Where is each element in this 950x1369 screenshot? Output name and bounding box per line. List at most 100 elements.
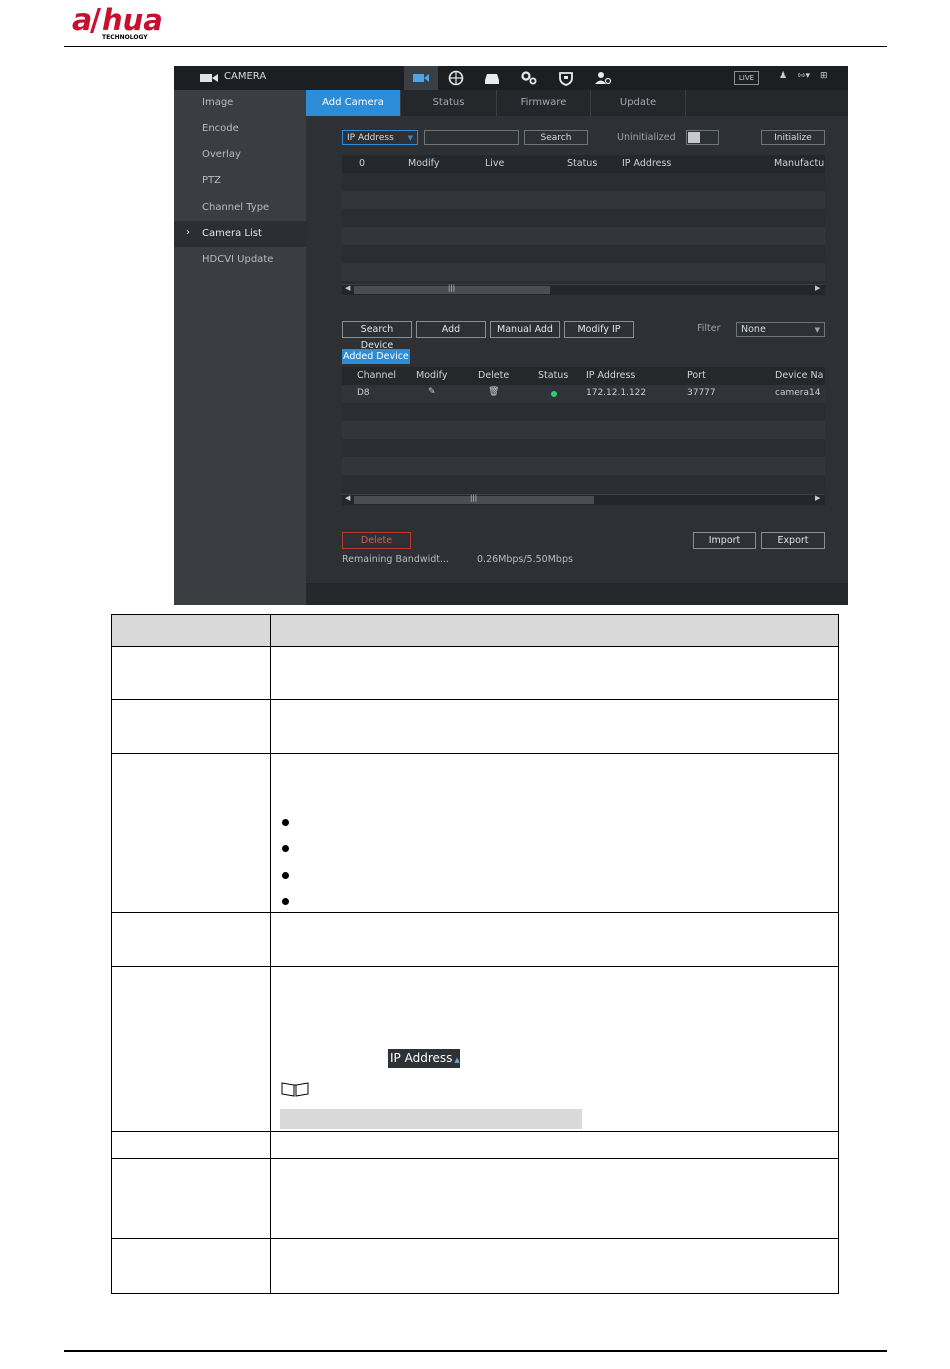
search-button[interactable]: Search [524, 130, 588, 145]
column-header: Port [687, 370, 706, 381]
import-button[interactable]: Import [693, 532, 756, 549]
row-divider [112, 912, 838, 913]
scroll-grip-icon: ||| [470, 494, 478, 502]
caret-down-icon: ▼ [407, 134, 413, 142]
uninitialized-toggle[interactable] [686, 130, 719, 145]
table-row [342, 227, 825, 245]
tab-add-camera[interactable]: Add Camera [306, 90, 400, 116]
add-button[interactable]: Add [416, 321, 486, 338]
tab-update[interactable]: Update [591, 90, 685, 116]
sidebar-item-camera-list[interactable]: › Camera List [174, 221, 306, 247]
storage-icon[interactable] [483, 70, 501, 86]
column-header: Modify [416, 370, 448, 381]
svg-text:hua: hua [102, 3, 163, 37]
row-divider [112, 966, 838, 967]
column-header: Status [538, 370, 569, 381]
horizontal-scrollbar[interactable]: ◀ ||| ▶ [342, 494, 825, 505]
sidebar-item-hdcvi-update[interactable]: HDCVI Update [174, 247, 306, 273]
sidebar-item-overlay[interactable]: Overlay [174, 142, 306, 168]
column-header: Status [567, 158, 598, 169]
edit-icon[interactable]: ✎ [428, 387, 436, 397]
port-cell: 37777 [687, 388, 716, 398]
camera-list-screenshot: CAMERA LIVE ♟ ⇰▾ ⊞ Image Encode Overlay … [174, 66, 848, 605]
user-icon[interactable]: ♟ [779, 71, 787, 81]
horizontal-scrollbar[interactable]: ◀ ||| ▶ [342, 284, 825, 295]
added-device-table: Channel Modify Delete Status IP Address … [342, 367, 825, 506]
note-shading [280, 1109, 582, 1129]
scroll-left-icon[interactable]: ◀ [345, 494, 350, 502]
dahua-logo: a / hua TECHNOLOGY [72, 3, 163, 41]
delete-button[interactable]: Delete [342, 532, 411, 549]
column-divider [270, 615, 271, 1293]
filter-label: Filter [697, 323, 721, 334]
tab-status[interactable]: Status [401, 90, 496, 116]
tab-separator [685, 90, 686, 116]
caret-up-icon: ▲ [454, 1056, 460, 1064]
svg-text:/: / [90, 3, 101, 38]
search-device-button[interactable]: Search Device [342, 321, 412, 351]
camera-icon-lens [212, 74, 218, 82]
initialize-button[interactable]: Initialize [761, 130, 825, 145]
tab-bar: Add Camera Status Firmware Update [306, 90, 848, 116]
status-online-icon [551, 391, 557, 397]
channel-cell: D8 [357, 388, 370, 398]
scroll-right-icon[interactable]: ▶ [815, 284, 820, 292]
network-icon[interactable] [447, 70, 465, 86]
bandwidth-value: 0.26Mbps/5.50Mbps [477, 554, 573, 565]
ip-address-select[interactable]: IP Address ▼ [342, 130, 418, 145]
sidebar-item-encode[interactable]: Encode [174, 116, 306, 142]
sidebar-item-ptz[interactable]: PTZ [174, 168, 306, 194]
bullet-icon [282, 819, 289, 826]
column-header: Device Na [775, 370, 824, 381]
live-button[interactable]: LIVE [734, 71, 759, 85]
select-all-column[interactable]: 0 [359, 158, 365, 169]
camera-icon [200, 74, 212, 82]
parameter-table: IP Address ▲ [111, 614, 839, 1294]
manual-add-button[interactable]: Manual Add [490, 321, 560, 338]
table-header-row [112, 615, 838, 647]
column-header: IP Address [586, 370, 636, 381]
logout-icon[interactable]: ⇰▾ [798, 71, 810, 81]
filter-select[interactable]: None ▼ [736, 322, 825, 337]
device-list-header: 0 Modify Live Status IP Address Manufact… [342, 155, 825, 173]
row-divider [112, 753, 838, 754]
row-divider [112, 1131, 838, 1132]
note-icon [281, 1082, 309, 1097]
scroll-grip-icon: ||| [448, 284, 456, 292]
camera-icon[interactable] [412, 70, 430, 86]
table-row [342, 421, 825, 439]
column-header: Manufactu [774, 158, 825, 169]
caret-down-icon: ▼ [814, 326, 820, 334]
export-button[interactable]: Export [761, 532, 825, 549]
grid-menu-icon[interactable]: ⊞ [820, 71, 828, 81]
trash-icon[interactable]: 🗑 [488, 387, 499, 397]
device-list-table: 0 Modify Live Status IP Address Manufact… [342, 155, 825, 295]
search-input[interactable] [424, 130, 519, 145]
svg-text:TECHNOLOGY: TECHNOLOGY [102, 34, 148, 41]
ip-address-cell: 172.12.1.122 [586, 388, 647, 398]
column-header: IP Address [622, 158, 672, 169]
sidebar: Image Encode Overlay PTZ Channel Type › … [174, 90, 306, 605]
sidebar-item-image[interactable]: Image [174, 90, 306, 116]
row-divider [112, 699, 838, 700]
system-icon[interactable] [520, 70, 538, 86]
bullet-icon [282, 845, 289, 852]
table-row[interactable]: D8 ✎ 🗑 172.12.1.122 37777 camera14 [342, 385, 825, 403]
uninitialized-label: Uninitialized [617, 132, 676, 143]
tab-firmware[interactable]: Firmware [497, 90, 590, 116]
table-row [342, 191, 825, 209]
module-title: CAMERA [224, 71, 267, 82]
chevron-right-icon: › [186, 227, 190, 238]
toggle-knob [688, 132, 700, 143]
added-device-header: Channel Modify Delete Status IP Address … [342, 367, 825, 385]
security-icon[interactable] [557, 70, 575, 86]
scroll-right-icon[interactable]: ▶ [815, 494, 820, 502]
scroll-left-icon[interactable]: ◀ [345, 284, 350, 292]
added-device-label: Added Device [342, 349, 410, 364]
row-divider [112, 1158, 838, 1159]
bullet-icon [282, 872, 289, 879]
account-icon[interactable] [594, 70, 612, 86]
sidebar-item-channel-type[interactable]: Channel Type [174, 195, 306, 221]
table-row [342, 263, 825, 281]
modify-ip-button[interactable]: Modify IP [564, 321, 634, 338]
